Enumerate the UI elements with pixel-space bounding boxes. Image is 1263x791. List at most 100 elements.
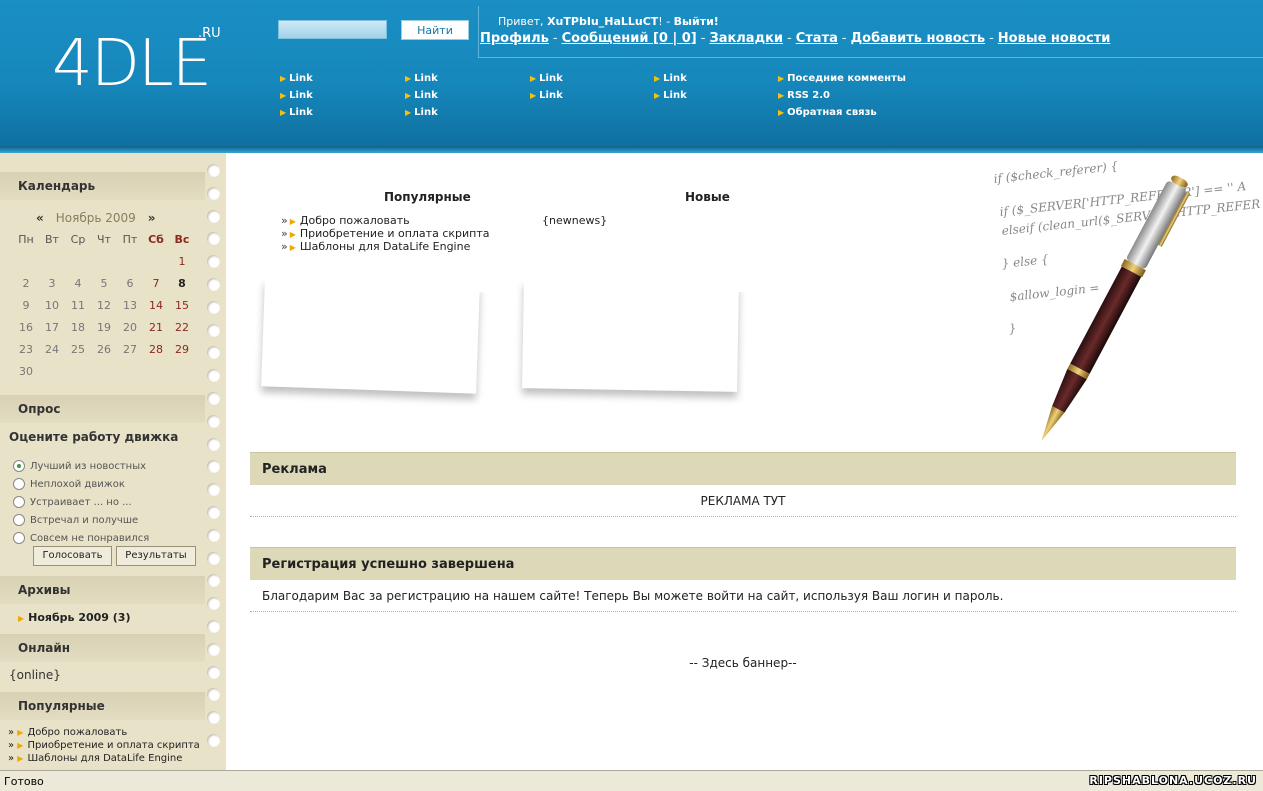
calendar-weekday: Сб <box>148 233 164 246</box>
poll-option[interactable]: Совсем не понравился <box>13 532 149 544</box>
calendar-prev-button[interactable]: « <box>36 211 44 225</box>
arrow-icon: ▶ <box>530 91 537 100</box>
calendar-day[interactable]: 19 <box>92 321 116 334</box>
nav-link-feedback[interactable]: ▶ Обратная связь <box>778 107 877 118</box>
stats-link[interactable]: Стата <box>796 31 838 46</box>
popular-item[interactable]: » ▶ Добро пожаловать <box>281 214 410 227</box>
popular-item[interactable]: » ▶ Приобретение и оплата скрипта <box>281 227 490 240</box>
poll-option[interactable]: Встречал и получше <box>13 514 138 526</box>
calendar-weekday: Чт <box>97 233 111 246</box>
separator: - <box>787 31 792 46</box>
results-button[interactable]: Результаты <box>116 546 196 566</box>
site-logo[interactable]: 4DLE <box>52 28 212 100</box>
sidebar-popular-item[interactable]: » ▶ Шаблоны для DataLife Engine <box>8 753 182 764</box>
add-news-link[interactable]: Добавить новость <box>851 31 986 46</box>
calendar-next-button[interactable]: » <box>148 211 156 225</box>
radio[interactable] <box>13 496 25 508</box>
calendar-day[interactable]: 30 <box>14 365 38 378</box>
calendar-day[interactable]: 23 <box>14 343 38 356</box>
notebook-hole <box>207 186 220 200</box>
nav-link[interactable]: ▶ Link <box>280 107 313 118</box>
nav-link[interactable]: ▶ Link <box>405 90 438 101</box>
arrow-icon: ▶ <box>778 74 785 83</box>
nav-link[interactable]: ▶ Link <box>530 90 563 101</box>
calendar-day[interactable]: 8 <box>170 277 194 290</box>
calendar-day[interactable]: 9 <box>14 299 38 312</box>
calendar-day[interactable]: 13 <box>118 299 142 312</box>
calendar-day[interactable]: 26 <box>92 343 116 356</box>
radio[interactable] <box>13 514 25 526</box>
search-button[interactable]: Найти <box>401 20 469 40</box>
calendar-day[interactable]: 7 <box>144 277 168 290</box>
calendar-day[interactable]: 1 <box>170 255 194 268</box>
notebook-hole <box>207 483 220 497</box>
notebook-hole <box>207 278 220 291</box>
double-arrow-icon: » <box>8 727 18 738</box>
calendar-day[interactable]: 27 <box>118 343 142 356</box>
sidebar-popular-item[interactable]: » ▶ Приобретение и оплата скрипта <box>8 740 200 751</box>
poll-option-label: Неплохой движок <box>30 479 125 490</box>
nav-link-label: Link <box>663 73 687 84</box>
calendar-day[interactable]: 21 <box>144 321 168 334</box>
calendar-day[interactable]: 29 <box>170 343 194 356</box>
calendar-day[interactable]: 24 <box>40 343 64 356</box>
calendar-day[interactable]: 5 <box>92 277 116 290</box>
notebook-hole <box>207 346 220 360</box>
arrow-icon: ▶ <box>405 108 412 117</box>
calendar-day[interactable]: 14 <box>144 299 168 312</box>
calendar-day[interactable]: 17 <box>40 321 64 334</box>
calendar-day[interactable]: 15 <box>170 299 194 312</box>
poll-option[interactable]: Неплохой движок <box>13 478 125 490</box>
popular-item[interactable]: » ▶ Шаблоны для DataLife Engine <box>281 240 470 253</box>
nav-link[interactable]: ▶ Link <box>280 90 313 101</box>
arrow-icon: ▶ <box>778 108 785 117</box>
calendar-day[interactable]: 18 <box>66 321 90 334</box>
archive-link[interactable]: ▶ Ноябрь 2009 (3) <box>18 611 130 624</box>
bookmarks-link[interactable]: Закладки <box>709 31 783 46</box>
radio[interactable] <box>13 478 25 490</box>
calendar-day[interactable]: 20 <box>118 321 142 334</box>
logout-link[interactable]: Выйти! <box>674 15 719 28</box>
sidebar-popular-item[interactable]: » ▶ Добро пожаловать <box>8 727 127 738</box>
poll-option-label: Устраивает ... но ... <box>30 497 132 508</box>
calendar-day[interactable]: 25 <box>66 343 90 356</box>
nav-link[interactable]: ▶ Link <box>405 73 438 84</box>
double-arrow-icon: » <box>8 740 18 751</box>
calendar-day[interactable]: 11 <box>66 299 90 312</box>
calendar-day[interactable]: 22 <box>170 321 194 334</box>
calendar-day[interactable]: 2 <box>14 277 38 290</box>
nav-link[interactable]: ▶ Link <box>405 107 438 118</box>
nav-link-label: Поседние комменты <box>787 73 906 84</box>
nav-link-comments[interactable]: ▶ Поседние комменты <box>778 73 906 84</box>
popular-label: Приобретение и оплата скрипта <box>299 227 490 240</box>
nav-link[interactable]: ▶ Link <box>654 90 687 101</box>
poll-option[interactable]: Устраивает ... но ... <box>13 496 132 508</box>
calendar-day[interactable]: 6 <box>118 277 142 290</box>
vote-button[interactable]: Голосовать <box>33 546 112 566</box>
nav-link[interactable]: ▶ Link <box>530 73 563 84</box>
calendar-day[interactable]: 12 <box>92 299 116 312</box>
calendar-day[interactable]: 28 <box>144 343 168 356</box>
calendar-day[interactable]: 4 <box>66 277 90 290</box>
calendar-weekday: Пт <box>122 233 138 246</box>
radio[interactable] <box>13 532 25 544</box>
registration-title: Регистрация успешно завершена <box>250 547 1236 580</box>
poll-option[interactable]: Лучший из новостных <box>13 460 146 472</box>
profile-link[interactable]: Профиль <box>480 31 549 46</box>
nav-link-rss[interactable]: ▶ RSS 2.0 <box>778 90 830 101</box>
arrow-icon: ▶ <box>405 91 412 100</box>
nav-link[interactable]: ▶ Link <box>654 73 687 84</box>
calendar-day[interactable]: 10 <box>40 299 64 312</box>
double-arrow-icon: » <box>8 753 18 764</box>
messages-link[interactable]: Сообщений [0 | 0] <box>562 31 697 46</box>
new-news-link[interactable]: Новые новости <box>998 31 1111 46</box>
notebook-hole <box>207 551 220 565</box>
browser-statusbar: Готово RIPSHABLONA.UCOZ.RU <box>0 770 1263 791</box>
search-input[interactable] <box>278 20 387 39</box>
notebook-hole <box>207 665 220 679</box>
radio-selected[interactable] <box>13 460 25 472</box>
calendar-weekday: Ср <box>70 233 86 246</box>
calendar-day[interactable]: 16 <box>14 321 38 334</box>
nav-link[interactable]: ▶ Link <box>280 73 313 84</box>
calendar-day[interactable]: 3 <box>40 277 64 290</box>
